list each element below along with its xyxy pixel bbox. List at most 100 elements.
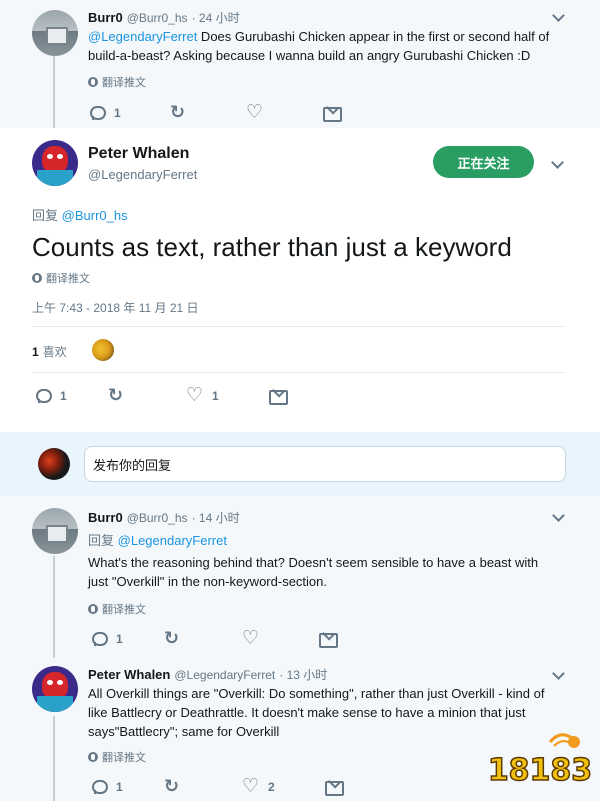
- translate-link[interactable]: 翻译推文: [32, 270, 90, 286]
- reply-prefix: 回复: [32, 208, 59, 223]
- main-tweet-text: Counts as text, rather than just a keywo…: [32, 232, 512, 262]
- envelope-icon: [268, 387, 288, 405]
- envelope-icon: [324, 778, 344, 796]
- reply-button[interactable]: 1: [90, 778, 164, 796]
- direct-message-button[interactable]: [322, 104, 342, 122]
- envelope-icon: [322, 104, 342, 122]
- tweet-text-line: Does Gurubashi Chicken appear in the fir…: [197, 29, 550, 44]
- reply-count: 1: [116, 780, 123, 794]
- like-button[interactable]: [246, 101, 322, 123]
- author-name[interactable]: Peter Whalen: [88, 667, 170, 682]
- direct-message-button[interactable]: [324, 778, 344, 796]
- globe-icon: [32, 273, 42, 283]
- chevron-down-icon[interactable]: [552, 9, 565, 22]
- author-handle[interactable]: @LegendaryFerret: [174, 668, 275, 682]
- retweet-button[interactable]: [164, 628, 242, 649]
- tweet-text: What's the reasoning behind that? Doesn'…: [88, 553, 568, 591]
- translate-label: 翻译推文: [46, 273, 90, 285]
- avatar[interactable]: [32, 666, 78, 712]
- reply-context: 回复 @LegendaryFerret: [88, 530, 227, 549]
- following-button[interactable]: 正在关注: [433, 146, 534, 178]
- like-button[interactable]: 2: [242, 775, 324, 797]
- reply-icon: [88, 104, 106, 122]
- tweet-timestamp[interactable]: 上午 7:43 - 2018 年 11 月 21 日: [32, 299, 199, 316]
- divider: [32, 326, 566, 327]
- translate-link[interactable]: 翻译推文: [88, 749, 146, 765]
- tweet-text-line: just "Overkill" in the non-keyword-secti…: [88, 574, 327, 589]
- reply-icon: [90, 630, 108, 648]
- tweet-text-line: build-a-beast? Asking because I wanna bu…: [88, 48, 531, 63]
- translate-link[interactable]: 翻译推文: [88, 74, 146, 90]
- divider: [32, 372, 566, 373]
- author-handle[interactable]: @LegendaryFerret: [88, 167, 197, 182]
- translate-label: 翻译推文: [102, 604, 146, 616]
- thread-line: [53, 716, 55, 801]
- tweet-text-line: says"Battlecry"; same for Overkill: [88, 724, 280, 739]
- globe-icon: [88, 752, 98, 762]
- like-count: 2: [268, 780, 275, 794]
- reply-button[interactable]: 1: [88, 104, 170, 122]
- direct-message-button[interactable]: [268, 387, 288, 405]
- envelope-icon: [318, 630, 338, 648]
- heart-icon: [186, 384, 204, 406]
- globe-icon: [88, 604, 98, 614]
- translate-label: 翻译推文: [102, 77, 146, 89]
- author-name[interactable]: Peter Whalen: [88, 145, 189, 163]
- thread-line: [53, 56, 55, 128]
- retweet-button[interactable]: [170, 102, 246, 123]
- direct-message-button[interactable]: [318, 630, 338, 648]
- likes-label: 喜欢: [42, 345, 67, 359]
- like-button[interactable]: [242, 627, 318, 649]
- reply-to-link[interactable]: @Burr0_hs: [62, 208, 128, 223]
- avatar[interactable]: [32, 140, 78, 186]
- reply-button[interactable]: 1: [34, 387, 108, 405]
- liker-avatar[interactable]: [92, 339, 114, 361]
- author-name[interactable]: Burr0: [88, 510, 123, 525]
- watermark-text: 18183: [488, 753, 592, 788]
- reply-icon: [90, 778, 108, 796]
- heart-icon: [246, 101, 264, 123]
- translate-label: 翻译推文: [102, 752, 146, 764]
- retweet-icon: [170, 102, 188, 123]
- my-avatar[interactable]: [38, 448, 70, 480]
- like-count: 1: [212, 389, 219, 403]
- tweet-text-line: All Overkill things are "Overkill: Do so…: [88, 686, 545, 701]
- reply-count: 1: [60, 389, 67, 403]
- author-handle[interactable]: @Burr0_hs: [127, 511, 188, 525]
- chevron-down-icon[interactable]: [552, 509, 565, 522]
- likes-stat[interactable]: 1 喜欢: [32, 343, 67, 360]
- retweet-button[interactable]: [164, 776, 242, 797]
- tweet-text-line: What's the reasoning behind that? Doesn'…: [88, 555, 539, 570]
- watermark-logo: 18183: [488, 733, 592, 788]
- retweet-icon: [108, 385, 126, 406]
- like-button[interactable]: 1: [186, 384, 268, 406]
- reply-button[interactable]: 1: [90, 630, 164, 648]
- tweet-time[interactable]: · 24 小时: [192, 9, 240, 26]
- reply-context: 回复 @Burr0_hs: [32, 205, 128, 224]
- tweet-text: @LegendaryFerret Does Gurubashi Chicken …: [88, 27, 568, 65]
- retweet-button[interactable]: [108, 385, 186, 406]
- translate-link[interactable]: 翻译推文: [88, 601, 146, 617]
- retweet-icon: [164, 628, 182, 649]
- chevron-down-icon[interactable]: [551, 156, 564, 169]
- tweet-time[interactable]: · 13 小时: [279, 666, 327, 683]
- reply-prefix: 回复: [88, 533, 115, 548]
- reply-input[interactable]: 发布你的回复: [84, 446, 566, 482]
- likes-count: 1: [32, 345, 39, 359]
- reply-count: 1: [116, 632, 123, 646]
- avatar[interactable]: [32, 508, 78, 554]
- reply-icon: [34, 387, 52, 405]
- mention-link[interactable]: @LegendaryFerret: [88, 29, 197, 44]
- tweet-burr0-top[interactable]: Burr0 @Burr0_hs · 24 小时 @LegendaryFerret…: [0, 0, 600, 128]
- tweet-burr0-reply[interactable]: Burr0 @Burr0_hs · 14 小时 回复 @LegendaryFer…: [0, 496, 600, 658]
- avatar[interactable]: [32, 10, 78, 56]
- heart-icon: [242, 627, 260, 649]
- heart-icon: [242, 775, 260, 797]
- chevron-down-icon[interactable]: [552, 667, 565, 680]
- tweet-time[interactable]: · 14 小时: [192, 509, 240, 526]
- retweet-icon: [164, 776, 182, 797]
- thread-line: [53, 556, 55, 658]
- author-handle[interactable]: @Burr0_hs: [127, 11, 188, 25]
- reply-to-link[interactable]: @LegendaryFerret: [118, 533, 227, 548]
- author-name[interactable]: Burr0: [88, 10, 123, 25]
